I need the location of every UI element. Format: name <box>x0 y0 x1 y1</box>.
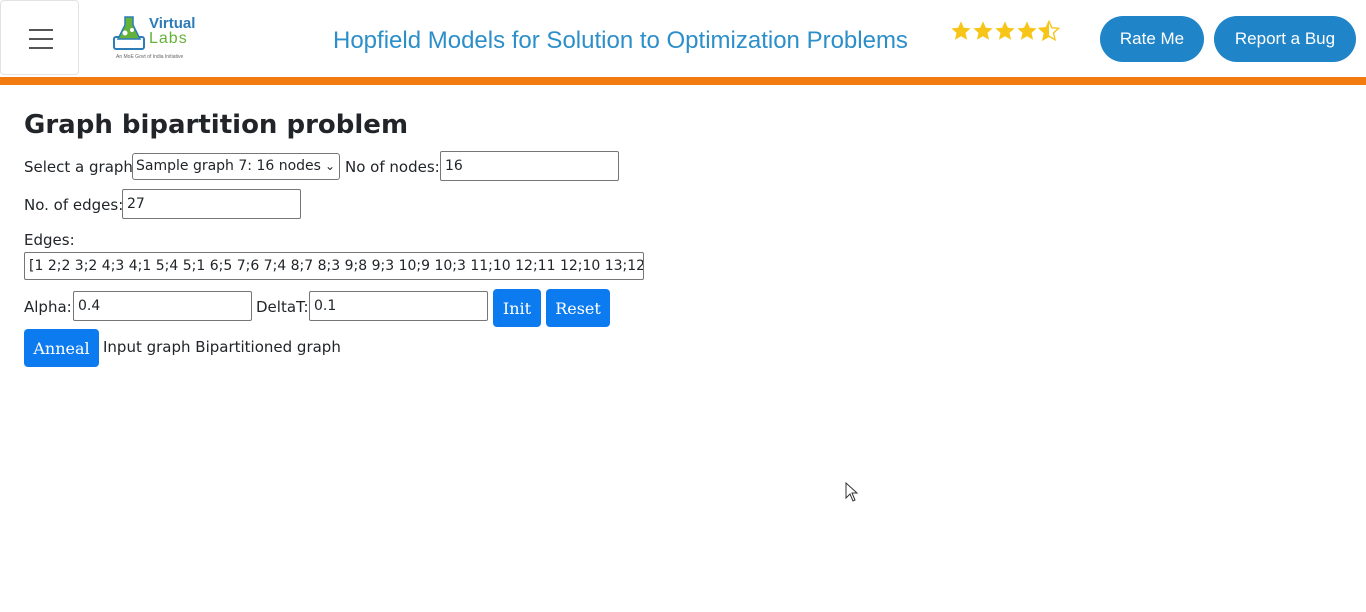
virtual-labs-logo[interactable]: Virtual Labs An MoE Govt of India Initia… <box>111 13 201 65</box>
star-full-icon <box>995 21 1015 40</box>
flask-icon <box>113 16 145 50</box>
graph-select-value: Sample graph 7: 16 nodes <box>136 158 321 174</box>
report-bug-button[interactable]: Report a Bug <box>1214 16 1356 62</box>
star-full-icon <box>1017 21 1037 40</box>
rating-stars <box>950 20 1060 48</box>
alpha-input[interactable]: 0.4 <box>73 291 252 321</box>
reset-button[interactable]: Reset <box>546 289 610 327</box>
chevron-down-icon: ⌄ <box>324 159 335 173</box>
anneal-button[interactable]: Anneal <box>24 329 99 367</box>
nodes-label: No of nodes: <box>345 158 440 176</box>
logo-text-labs: Labs <box>149 30 188 47</box>
alpha-label: Alpha: <box>24 298 72 316</box>
header-accent-line <box>0 77 1366 85</box>
header-bar: Virtual Labs An MoE Govt of India Initia… <box>0 0 1366 77</box>
star-full-icon <box>951 21 971 40</box>
graph-select[interactable]: Sample graph 7: 16 nodes ⌄ <box>132 153 340 180</box>
experiment-title: Hopfield Models for Solution to Optimiza… <box>333 27 908 54</box>
init-button[interactable]: Init <box>493 289 541 327</box>
edges-count-input[interactable]: 27 <box>122 189 301 219</box>
mouse-pointer-icon <box>845 482 859 502</box>
rate-me-button[interactable]: Rate Me <box>1100 16 1204 62</box>
deltat-label: DeltaT: <box>256 298 309 316</box>
star-full-icon <box>973 21 993 40</box>
star-half-icon <box>1038 20 1060 42</box>
graph-caption: Input graph Bipartitioned graph <box>103 338 341 356</box>
logo-tagline: An MoE Govt of India Initiative <box>116 54 184 60</box>
page-title: Graph bipartition problem <box>24 110 409 140</box>
select-graph-label: Select a graph: <box>24 158 138 176</box>
edges-count-label: No. of edges: <box>24 196 124 214</box>
hamburger-menu-icon[interactable] <box>0 0 79 75</box>
edges-label: Edges: <box>24 231 75 249</box>
deltat-input[interactable]: 0.1 <box>309 291 488 321</box>
nodes-input[interactable]: 16 <box>440 151 619 181</box>
edges-input[interactable]: [1 2;2 3;2 4;3 4;1 5;4 5;1 6;5 7;6 7;4 8… <box>24 252 644 280</box>
